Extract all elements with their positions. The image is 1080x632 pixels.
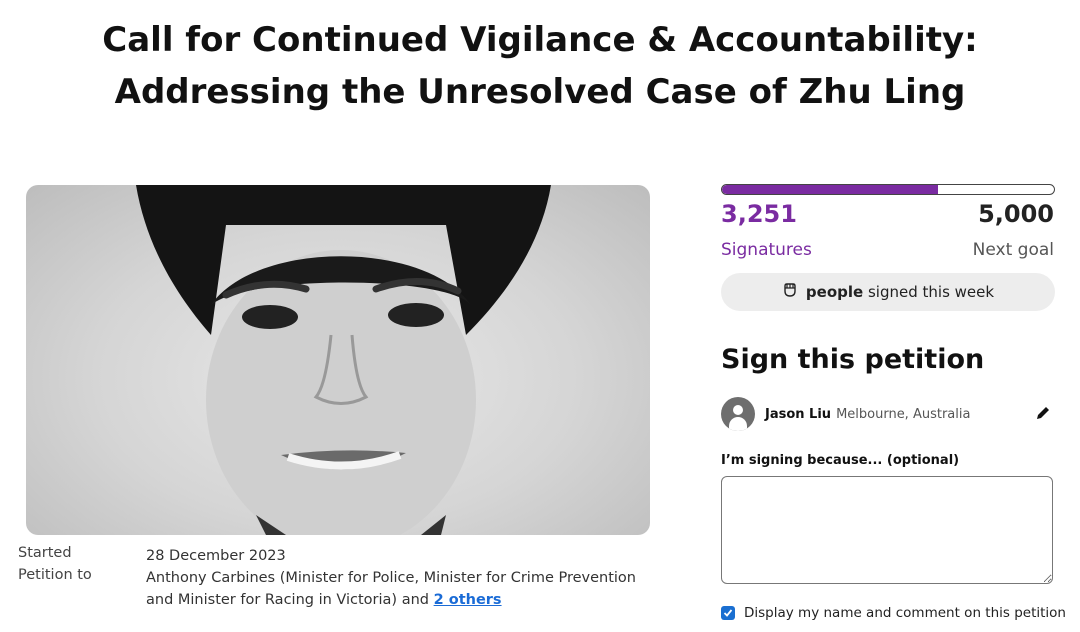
progress-fill bbox=[722, 185, 938, 194]
signature-count: 3,251 bbox=[721, 200, 797, 228]
petition-title: Call for Continued Vigilance & Accountab… bbox=[102, 20, 978, 112]
reason-textarea[interactable] bbox=[721, 476, 1053, 584]
petition-photo bbox=[26, 185, 650, 535]
goal-label: Next goal bbox=[972, 240, 1054, 260]
reason-label: I’m signing because... (optional) bbox=[721, 453, 960, 468]
weekly-signers-bold: people bbox=[805, 283, 864, 301]
signer-location: Melbourne, Australia bbox=[836, 406, 971, 422]
started-label: Started bbox=[18, 545, 72, 561]
signature-progress-bar bbox=[721, 184, 1055, 195]
pencil-icon[interactable] bbox=[1035, 405, 1051, 425]
others-link[interactable]: 2 others bbox=[434, 592, 502, 608]
signer-name: Jason Liu bbox=[765, 406, 832, 422]
display-name-option[interactable]: Display my name and comment on this peti… bbox=[721, 605, 1066, 621]
display-name-checkbox[interactable] bbox=[721, 606, 735, 620]
display-name-label: Display my name and comment on this peti… bbox=[744, 605, 1066, 621]
petition-to-text: Anthony Carbines (Minister for Police, M… bbox=[146, 570, 636, 608]
petition-to-label: Petition to bbox=[18, 567, 92, 583]
petition-to-value: Anthony Carbines (Minister for Police, M… bbox=[146, 567, 656, 611]
fist-icon bbox=[782, 282, 798, 302]
weekly-signers-banner: people signed this week bbox=[721, 273, 1055, 311]
started-value: 28 December 2023 bbox=[146, 548, 286, 564]
sign-heading: Sign this petition bbox=[721, 344, 985, 375]
avatar bbox=[721, 397, 755, 431]
weekly-signers-text: signed this week bbox=[867, 283, 995, 301]
signer-info: Jason Liu Melbourne, Australia bbox=[721, 397, 1055, 431]
signatures-label: Signatures bbox=[721, 240, 812, 260]
goal-count: 5,000 bbox=[978, 200, 1054, 228]
